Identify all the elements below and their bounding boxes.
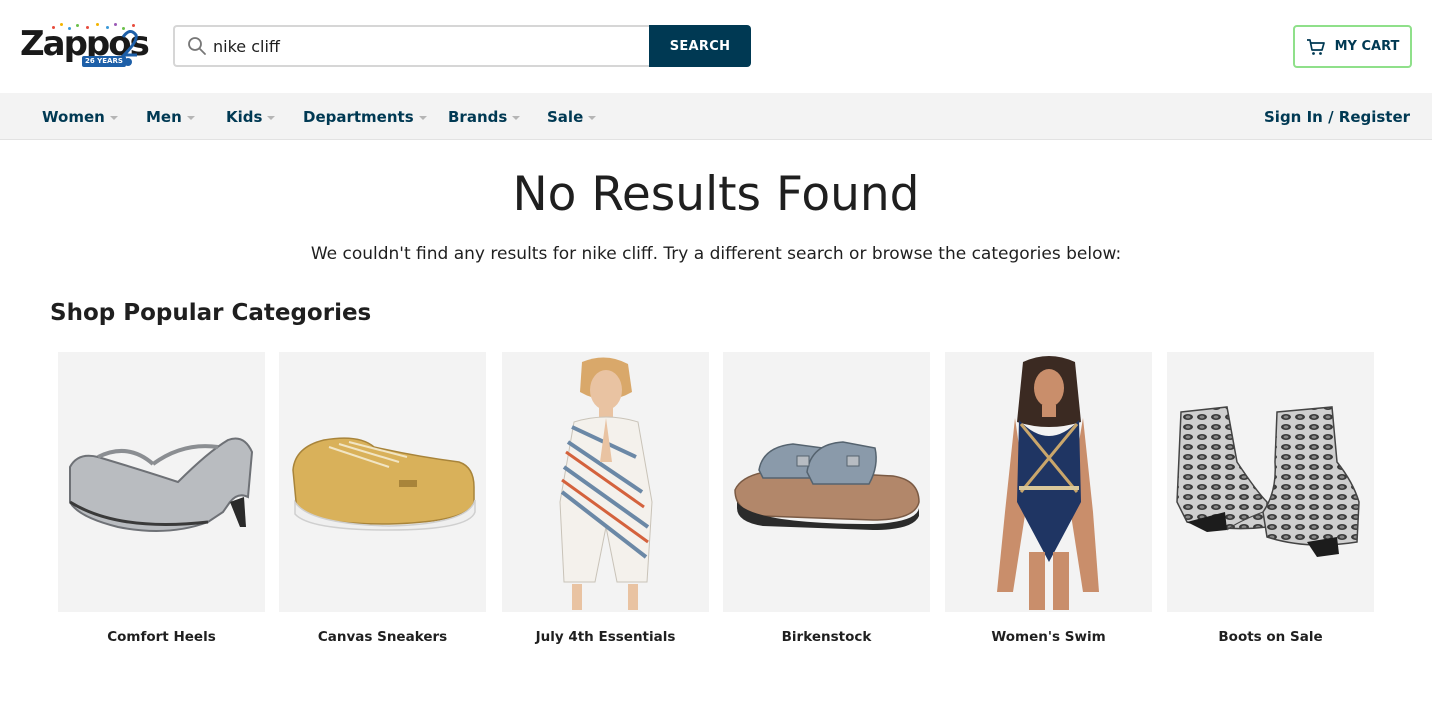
no-results-message: We couldn't find any results for nike cl… <box>310 244 1122 264</box>
sign-in-register-link[interactable]: Sign In / Register <box>1264 93 1410 140</box>
category-card-birkenstock[interactable]: Birkenstock <box>723 352 930 645</box>
nav-item-departments[interactable]: Departments <box>303 93 427 140</box>
category-card-boots-on-sale[interactable]: Boots on Sale <box>1167 352 1374 645</box>
nav-item-label: Sale <box>547 107 584 126</box>
category-label[interactable]: Birkenstock <box>723 627 930 647</box>
caret-down-icon <box>109 115 118 120</box>
zappos-logo[interactable]: Zappos 26 YEARS <box>20 22 150 70</box>
caret-down-icon <box>418 115 427 120</box>
category-label[interactable]: Comfort Heels <box>58 627 265 647</box>
nav-item-label: Departments <box>303 107 414 126</box>
yellow-sneaker-image[interactable] <box>279 352 486 612</box>
section-title: Shop Popular Categories <box>50 300 372 326</box>
logo-anniversary-badge: 26 YEARS <box>82 56 126 67</box>
category-card-july-4th-essentials[interactable]: July 4th Essentials <box>502 352 709 645</box>
my-cart-button[interactable]: MY CART <box>1293 25 1412 68</box>
cart-icon <box>1306 38 1325 55</box>
category-card-canvas-sneakers[interactable]: Canvas Sneakers <box>279 352 486 645</box>
caret-down-icon <box>588 115 597 120</box>
category-card-womens-swim[interactable]: Women's Swim <box>945 352 1152 645</box>
nav-item-kids[interactable]: Kids <box>226 93 276 140</box>
search-input[interactable] <box>213 31 633 61</box>
main-nav: Women Men Kids Departments Brands Sale S… <box>0 93 1432 140</box>
cart-label: MY CART <box>1334 39 1400 54</box>
category-label[interactable]: Women's Swim <box>945 627 1152 647</box>
nav-item-sale[interactable]: Sale <box>547 93 597 140</box>
nav-item-men[interactable]: Men <box>146 93 195 140</box>
snakeskin-boot-image[interactable] <box>1167 352 1374 612</box>
caret-down-icon <box>512 115 521 120</box>
search-button[interactable]: SEARCH <box>649 25 751 67</box>
category-label[interactable]: Boots on Sale <box>1167 627 1374 647</box>
nav-item-women[interactable]: Women <box>42 93 118 140</box>
search-icon <box>188 37 206 55</box>
nav-item-label: Women <box>42 107 105 126</box>
nav-item-label: Kids <box>226 107 263 126</box>
nav-item-brands[interactable]: Brands <box>448 93 521 140</box>
category-card-comfort-heels[interactable]: Comfort Heels <box>58 352 265 645</box>
site-header: Zappos 26 YEARS SEARCH MY CART <box>0 0 1432 93</box>
category-label[interactable]: July 4th Essentials <box>502 627 709 647</box>
category-label[interactable]: Canvas Sneakers <box>279 627 486 647</box>
page-title: No Results Found <box>512 167 920 222</box>
swimsuit-image[interactable] <box>945 352 1152 612</box>
caret-down-icon <box>186 115 195 120</box>
nav-item-label: Brands <box>448 107 508 126</box>
nav-item-label: Men <box>146 107 182 126</box>
search-box <box>173 25 651 67</box>
caret-down-icon <box>267 115 276 120</box>
sandal-image[interactable] <box>723 352 930 612</box>
silver-heel-image[interactable] <box>58 352 265 612</box>
striped-romper-image[interactable] <box>502 352 709 612</box>
